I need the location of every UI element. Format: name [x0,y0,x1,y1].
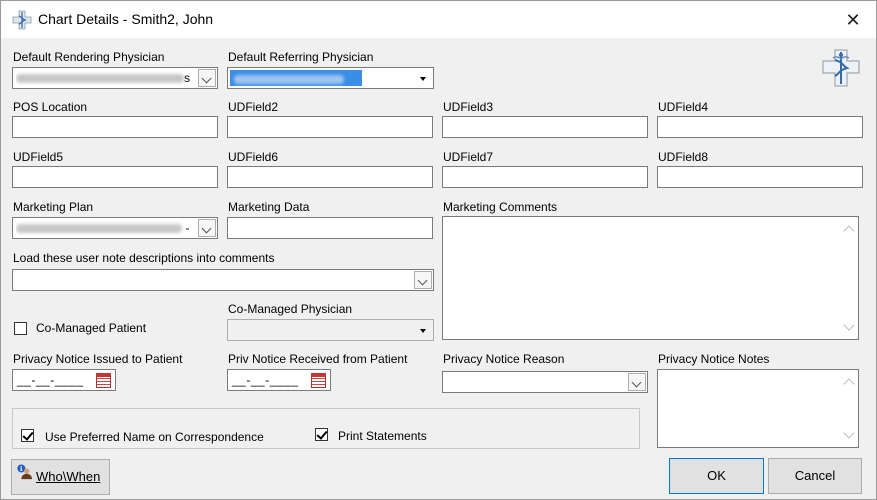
udfield3-input[interactable] [442,116,648,138]
marketing-plan-select[interactable]: - [12,217,218,239]
udfield4-input[interactable] [657,116,863,138]
medical-caduceus-icon [822,49,860,87]
marketing-plan-label: Marketing Plan [13,200,94,214]
privacy-notice-reason-label: Privacy Notice Reason [443,352,565,366]
scrollbar[interactable] [841,217,858,339]
udfield6-label: UDField6 [228,150,279,164]
who-when-label: Who\When [36,469,101,484]
co-managed-physician-select[interactable] [227,319,434,341]
privacy-notice-issued-label: Privacy Notice Issued to Patient [13,352,183,366]
dropdown-arrow-icon[interactable] [415,320,433,340]
privacy-notice-reason-select[interactable] [442,371,648,393]
co-managed-patient-label: Co-Managed Patient [36,321,147,335]
selected-value-highlight [230,70,362,86]
pos-location-input[interactable] [12,116,218,138]
udfield7-label: UDField7 [443,150,494,164]
chevron-down-icon[interactable] [414,271,432,289]
priv-notice-received-date[interactable]: __-__-____ [227,369,331,391]
scroll-up-icon[interactable] [843,225,855,237]
chevron-down-icon[interactable] [198,219,216,237]
privacy-notice-notes-label: Privacy Notice Notes [658,352,770,366]
use-preferred-name-label: Use Preferred Name on Correspondence [45,430,264,444]
udfield2-label: UDField2 [228,100,279,114]
marketing-comments-label: Marketing Comments [443,200,558,214]
privacy-notice-issued-date[interactable]: __-__-____ [12,369,116,391]
close-icon[interactable]: ✕ [840,7,866,33]
udfield4-label: UDField4 [658,100,709,114]
cancel-button[interactable]: Cancel [768,458,862,494]
print-statements-checkbox[interactable] [315,428,328,441]
who-when-button[interactable]: i Who\When [11,459,110,495]
udfield8-input[interactable] [657,166,863,188]
udfield6-input[interactable] [227,166,433,188]
calendar-icon[interactable] [311,373,326,388]
dropdown-arrow-icon[interactable] [415,68,433,88]
marketing-data-label: Marketing Data [228,200,310,214]
udfield2-input[interactable] [227,116,433,138]
marketing-data-input[interactable] [227,217,433,239]
pos-location-label: POS Location [13,100,88,114]
print-statements-label: Print Statements [338,429,427,443]
user-note-descriptions-select[interactable] [12,269,434,291]
info-person-icon: i [17,464,32,480]
window-title: Chart Details - Smith2, John [38,11,214,27]
calendar-icon[interactable] [96,373,111,388]
default-rendering-physician-select[interactable]: s [12,67,218,89]
co-managed-patient-checkbox[interactable] [14,322,27,335]
co-managed-physician-label: Co-Managed Physician [228,302,353,316]
scroll-down-icon[interactable] [843,427,855,439]
user-note-descriptions-label: Load these user note descriptions into c… [13,251,275,265]
udfield5-input[interactable] [12,166,218,188]
default-referring-physician-label: Default Referring Physician [228,50,374,64]
scrollbar[interactable] [841,370,858,447]
udfield3-label: UDField3 [443,100,494,114]
default-referring-physician-select[interactable] [227,67,434,89]
chevron-down-icon[interactable] [628,373,646,391]
privacy-notice-notes-textarea[interactable] [657,369,859,448]
scroll-down-icon[interactable] [843,319,855,331]
medical-caduceus-icon [12,10,32,30]
priv-notice-received-label: Priv Notice Received from Patient [228,352,408,366]
use-preferred-name-checkbox[interactable] [21,429,34,442]
udfield7-input[interactable] [442,166,648,188]
chevron-down-icon[interactable] [198,69,216,87]
scroll-up-icon[interactable] [843,378,855,390]
title-bar: Chart Details - Smith2, John ✕ [0,0,877,38]
marketing-comments-textarea[interactable] [442,216,859,340]
default-rendering-physician-label: Default Rendering Physician [13,50,165,64]
udfield5-label: UDField5 [13,150,64,164]
ok-button[interactable]: OK [669,458,764,494]
udfield8-label: UDField8 [658,150,709,164]
